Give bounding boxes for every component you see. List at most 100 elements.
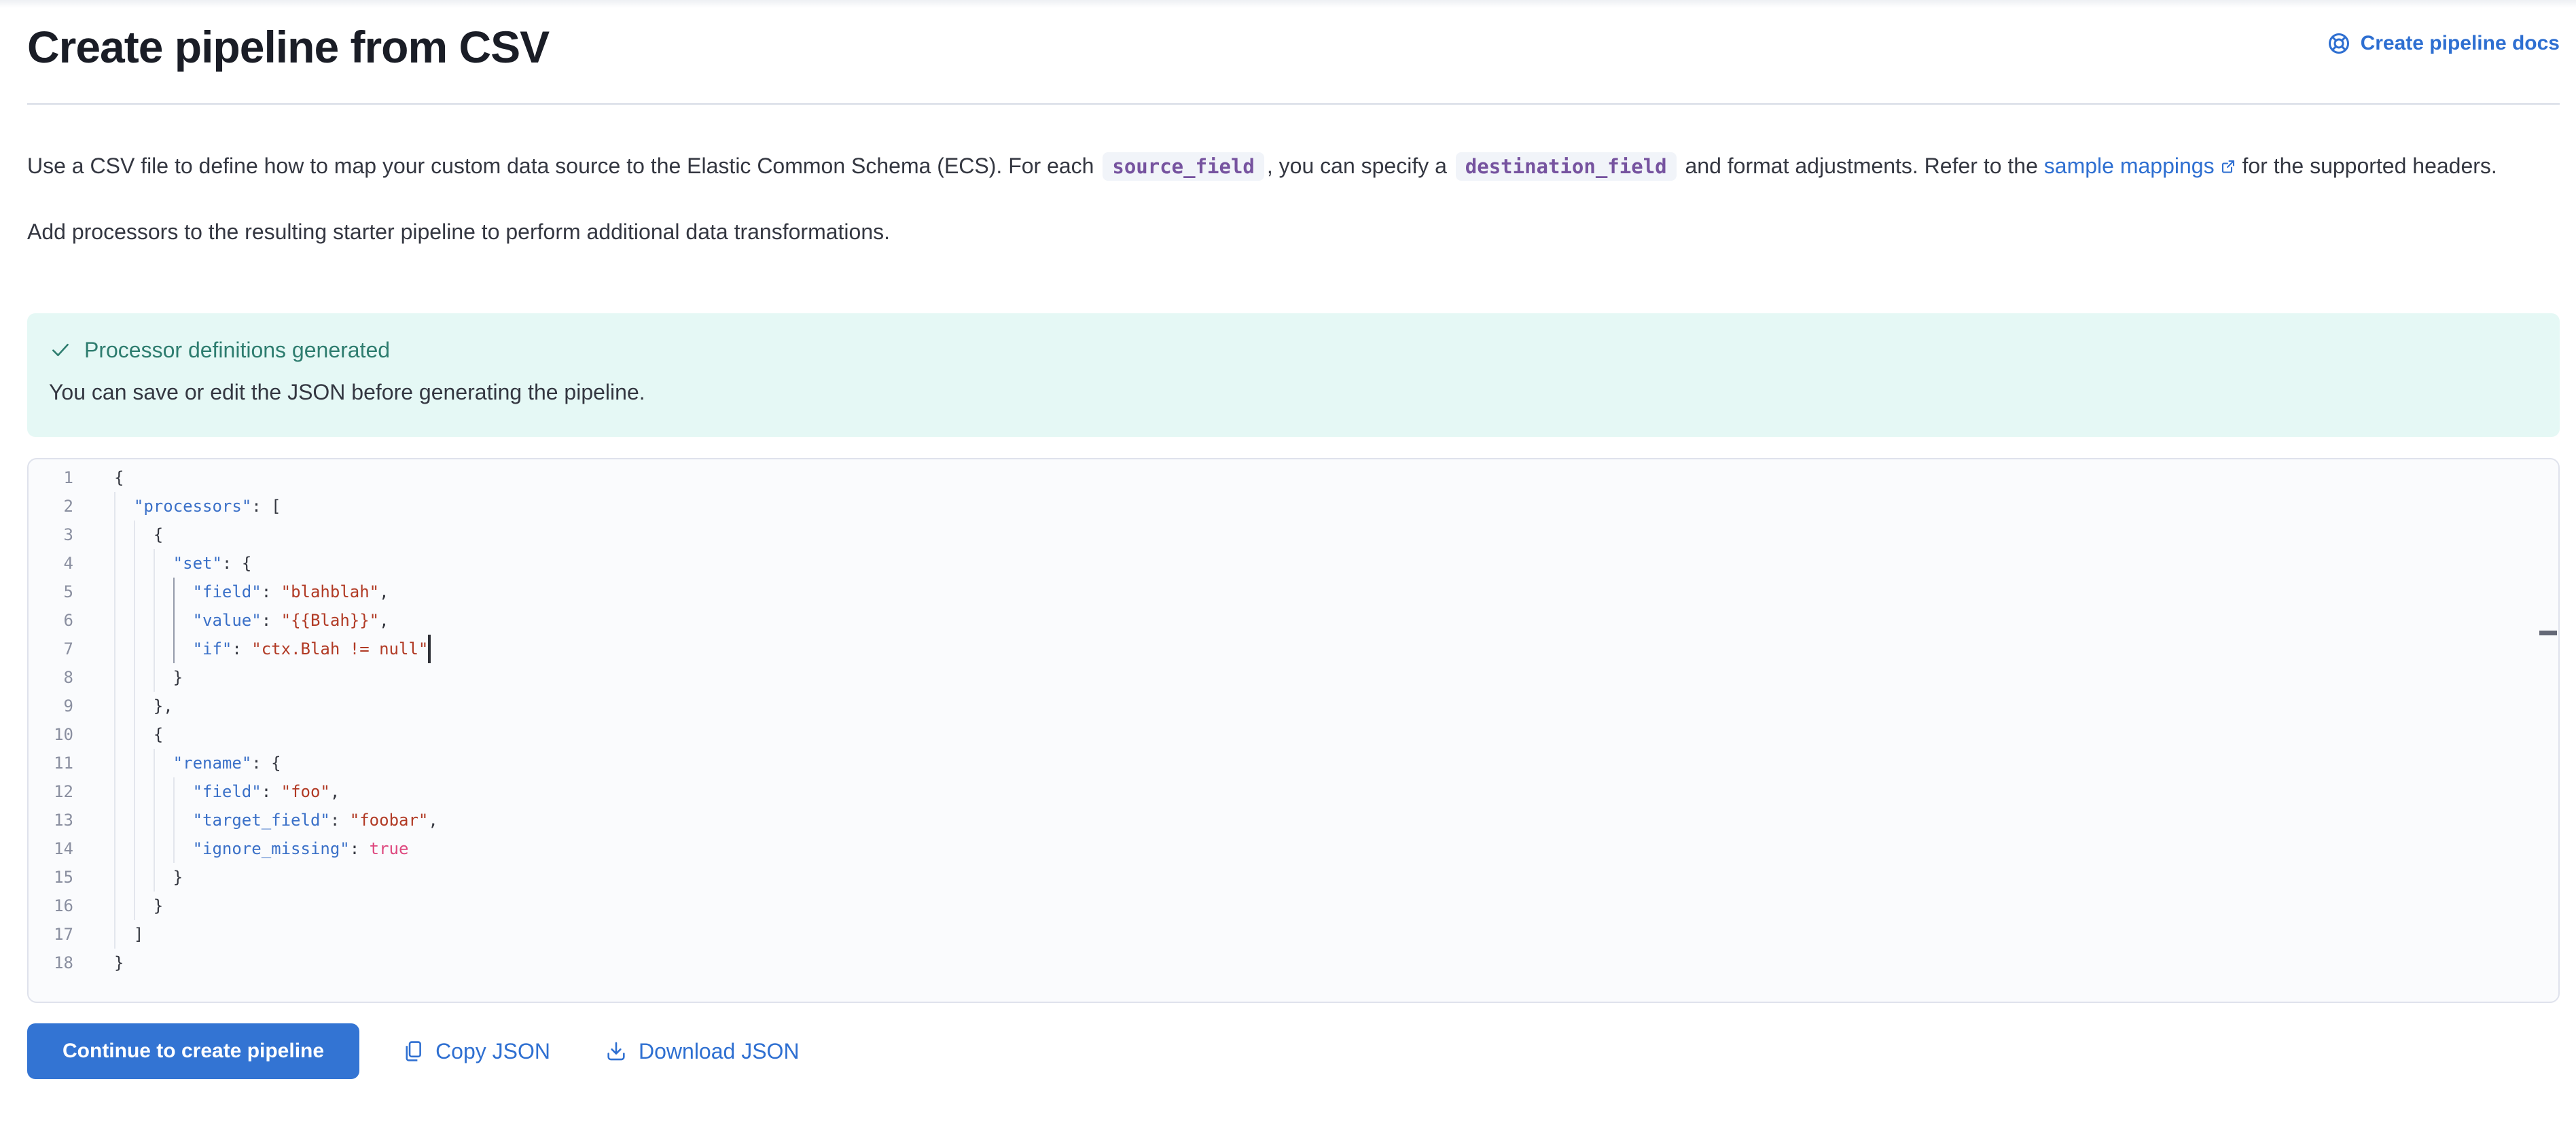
indent-guide	[114, 578, 134, 606]
code-token: :	[261, 582, 281, 601]
code-token: ,	[428, 811, 438, 830]
line-number: 5	[63, 582, 73, 601]
indent-guide	[133, 749, 154, 777]
callout-header: Processor definitions generated	[49, 336, 2538, 364]
success-callout: Processor definitions generated You can …	[27, 313, 2560, 437]
external-link-icon	[2221, 160, 2234, 173]
indent-guide	[114, 492, 134, 521]
line-number: 14	[54, 839, 73, 858]
code-token: }	[153, 896, 164, 915]
code-text: },	[114, 692, 173, 720]
indent-guide	[114, 892, 134, 920]
indent-guide	[133, 692, 154, 720]
header-divider	[27, 103, 2560, 105]
download-json-button[interactable]: Download JSON	[605, 1039, 800, 1064]
indent-guide	[133, 606, 154, 635]
indent-guide	[133, 521, 154, 549]
indent-guide	[153, 663, 173, 692]
code-line-13[interactable]: 13 "target_field": "foobar",	[29, 806, 2558, 834]
code-line-8[interactable]: 8}	[29, 663, 2558, 692]
intro-paragraph-1: Use a CSV file to define how to map your…	[27, 149, 2560, 183]
code-line-7[interactable]: 7 "if": "ctx.Blah != null"	[29, 635, 2558, 663]
code-token: "if"	[192, 639, 232, 658]
code-token: {	[114, 468, 124, 487]
code-token: ,	[329, 782, 340, 801]
code-token: : {	[221, 554, 252, 573]
sample-mappings-link[interactable]: sample mappings	[2044, 154, 2236, 178]
actions-bar: Continue to create pipeline Copy JSON Do…	[27, 1023, 2560, 1079]
code-token: : {	[251, 754, 281, 773]
code-token: :	[261, 611, 281, 630]
indent-guide	[114, 692, 134, 720]
code-token: : [	[251, 497, 281, 516]
code-line-10[interactable]: 10 {	[29, 720, 2558, 749]
indent-guide	[133, 635, 154, 663]
inline-code-source_field: source_field	[1103, 152, 1264, 181]
indent-guide	[133, 777, 154, 806]
code-token: "set"	[173, 554, 222, 573]
code-line-15[interactable]: 15}	[29, 863, 2558, 892]
inline-code-destination_field: destination_field	[1455, 152, 1677, 181]
continue-button[interactable]: Continue to create pipeline	[27, 1023, 360, 1079]
code-line-16[interactable]: 16}	[29, 892, 2558, 920]
line-number: 15	[54, 868, 73, 887]
indent-guide	[114, 863, 134, 892]
code-line-2[interactable]: 2 "processors": [	[29, 492, 2558, 521]
text-caret	[428, 635, 431, 663]
indent-guide	[114, 606, 134, 635]
code-token: "value"	[192, 611, 262, 630]
code-text: ]	[114, 920, 143, 949]
indent-guide	[153, 578, 173, 606]
indent-guide	[114, 777, 134, 806]
code-line-4[interactable]: 4 "set": {	[29, 549, 2558, 578]
code-text: "field": "foo",	[114, 777, 340, 806]
code-token: ,	[379, 611, 389, 630]
intro-paragraph-2: Add processors to the resulting starter …	[27, 219, 890, 244]
code-token: ]	[133, 925, 144, 944]
indent-guide	[133, 720, 154, 749]
code-line-14[interactable]: 14 "ignore_missing": true	[29, 834, 2558, 863]
code-line-18[interactable]: 18}	[29, 949, 2558, 977]
code-line-6[interactable]: 6 "value": "{{Blah}}",	[29, 606, 2558, 635]
line-number: 10	[54, 725, 73, 744]
docs-link-label: Create pipeline docs	[2360, 32, 2560, 54]
code-token: :	[329, 811, 350, 830]
code-line-1[interactable]: 1{	[29, 463, 2558, 492]
create-pipeline-docs-link[interactable]: Create pipeline docs	[2327, 31, 2560, 56]
code-text: "field": "blahblah",	[114, 578, 389, 606]
code-token: "foo"	[281, 782, 330, 801]
indent-guide	[114, 749, 134, 777]
code-token: }	[173, 868, 183, 887]
page-header: Create pipeline from CSV Create pipeline…	[27, 16, 2560, 75]
copy-json-button[interactable]: Copy JSON	[401, 1039, 550, 1064]
indent-guide	[153, 806, 173, 834]
indent-guide	[114, 635, 134, 663]
code-token: "{{Blah}}"	[281, 611, 380, 630]
code-text: }	[114, 949, 124, 977]
code-text: "ignore_missing": true	[114, 834, 408, 863]
code-text: {	[114, 720, 163, 749]
code-line-12[interactable]: 12 "field": "foo",	[29, 777, 2558, 806]
indent-guide	[114, 720, 134, 749]
line-number: 6	[63, 611, 73, 630]
indent-guide	[153, 863, 173, 892]
line-number: 2	[63, 497, 73, 516]
code-line-11[interactable]: 11 "rename": {	[29, 749, 2558, 777]
indent-guide	[153, 606, 173, 635]
indent-guide	[114, 834, 134, 863]
indent-guide	[114, 549, 134, 578]
copy-icon	[406, 1041, 421, 1061]
code-line-3[interactable]: 3{	[29, 521, 2558, 549]
download-icon	[607, 1042, 625, 1061]
code-line-9[interactable]: 9},	[29, 692, 2558, 720]
code-line-5[interactable]: 5 "field": "blahblah",	[29, 578, 2558, 606]
code-line-17[interactable]: 17]	[29, 920, 2558, 949]
indent-guide	[133, 663, 154, 692]
overview-ruler-cursor-mark	[2539, 631, 2557, 635]
code-text: "processors": [	[114, 492, 281, 521]
code-token: },	[153, 697, 173, 716]
json-code-editor[interactable]: 1{2 "processors": [3{4 "set": {5 "field": "…	[27, 458, 2560, 1003]
indent-guide	[173, 606, 193, 635]
line-number: 1	[63, 468, 73, 487]
indent-guide	[133, 578, 154, 606]
